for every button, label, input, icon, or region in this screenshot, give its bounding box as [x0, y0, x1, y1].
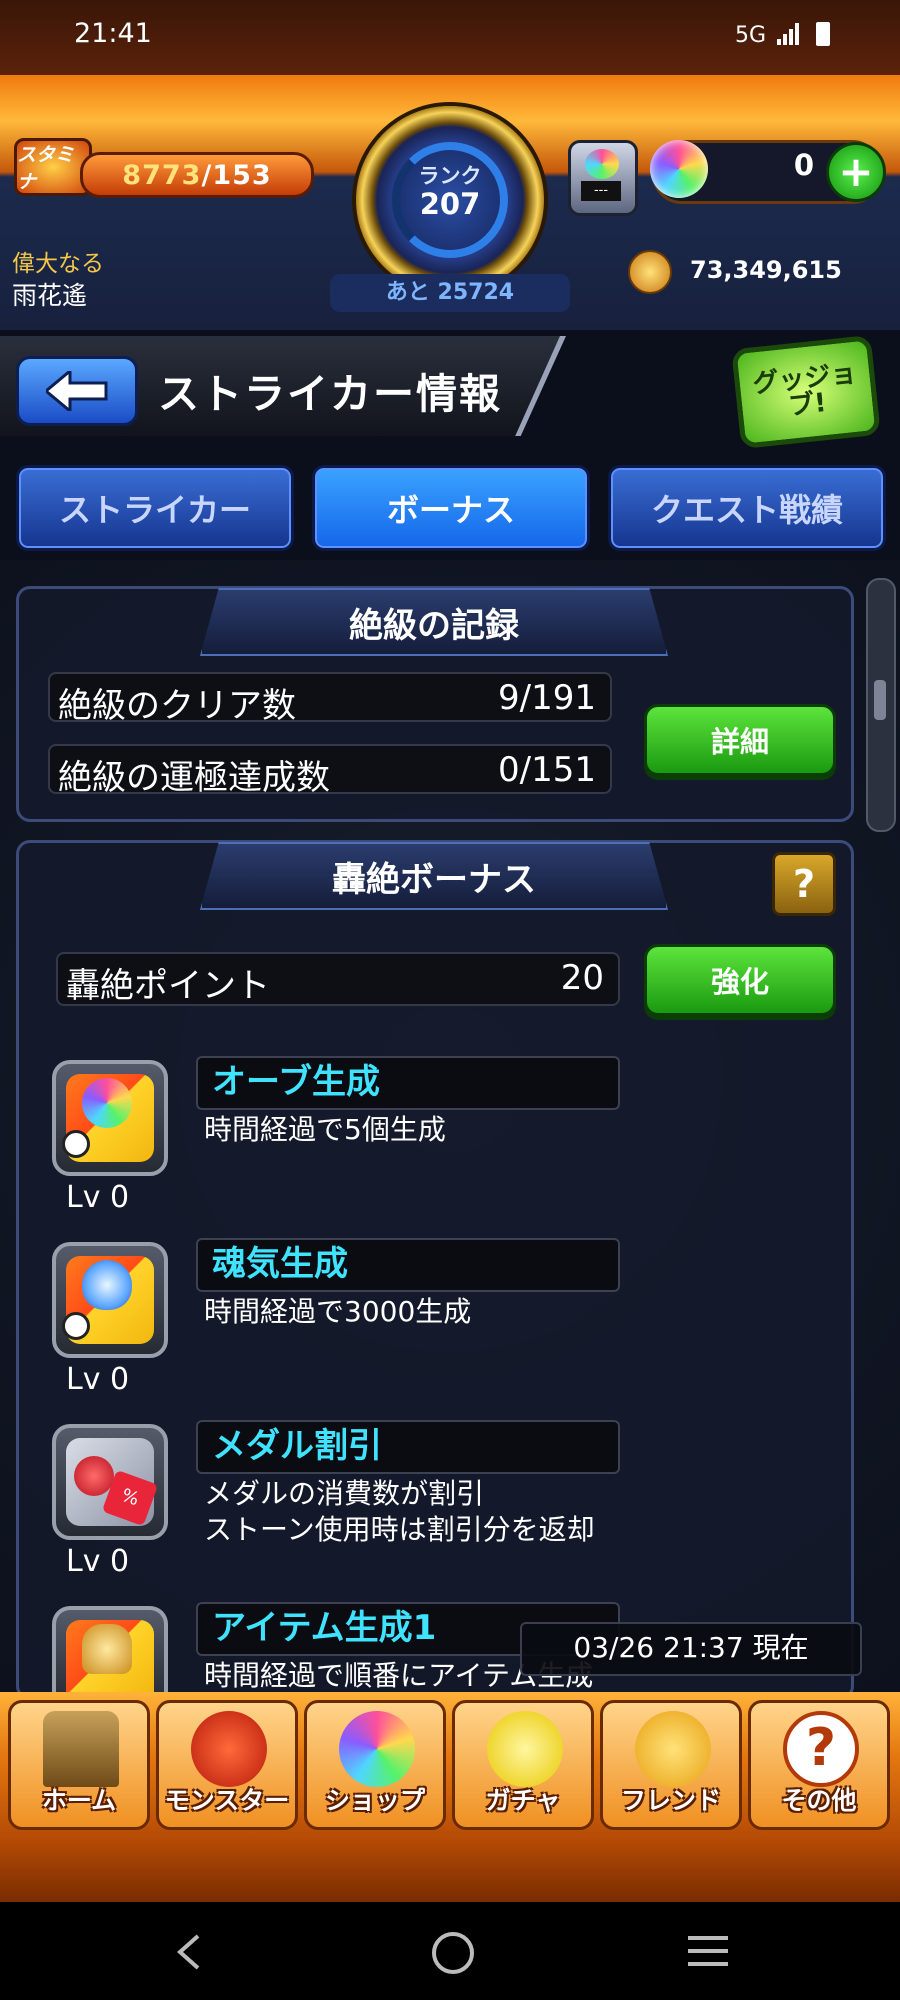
timestamp: 03/26 21:37 現在	[520, 1622, 862, 1676]
lucky-meter-icon[interactable]: ---	[568, 140, 638, 216]
spirit-generate-icon[interactable]	[52, 1242, 168, 1358]
orb-icon	[650, 140, 708, 198]
points-value: 20	[560, 958, 604, 998]
home-nav-icon[interactable]	[432, 1932, 474, 1974]
luck-count-label: 絶級の運極達成数	[58, 758, 330, 798]
record-panel-heading: 絶級の記録	[200, 588, 668, 656]
nav-label: ショップ	[324, 1786, 425, 1815]
lucky-display: ---	[581, 181, 621, 201]
bonus-level: Lv 0	[66, 1362, 130, 1397]
nav-label: その他	[781, 1786, 857, 1815]
item-generate-icon[interactable]	[52, 1606, 168, 1702]
bonus-panel-heading: 轟絶ボーナス	[200, 842, 668, 910]
rank-next-exp: あと 25724	[330, 274, 570, 312]
rank-label: ランク	[418, 164, 482, 188]
nav-friend[interactable]: フレンド	[600, 1700, 742, 1830]
back-button[interactable]	[16, 356, 138, 426]
points-label: 轟絶ポイント	[66, 966, 270, 1006]
luck-count-row: 絶級の運極達成数 0/151	[48, 744, 612, 798]
clear-count-row: 絶級のクリア数 9/191	[48, 672, 612, 726]
system-nav-bar	[0, 1902, 900, 2000]
tab-striker[interactable]: ストライカー	[16, 465, 294, 551]
signal-icon	[777, 23, 801, 45]
detail-button[interactable]: 詳細	[644, 704, 836, 776]
bonus-desc-line: ストーン使用時は割引分を返却	[204, 1513, 595, 1546]
nav-label: フレンド	[620, 1786, 721, 1815]
bonus-level: Lv 0	[66, 1544, 130, 1579]
nav-other[interactable]: ? その他	[748, 1700, 890, 1830]
nav-shop[interactable]: ショップ	[304, 1700, 446, 1830]
friend-icon	[635, 1711, 711, 1787]
nav-label: ガチャ	[485, 1786, 561, 1815]
home-icon	[43, 1711, 119, 1787]
coin-icon	[628, 250, 672, 294]
add-orb-button[interactable]: +	[826, 142, 886, 202]
luck-count-value: 0/151	[498, 750, 596, 790]
nav-home[interactable]: ホーム	[8, 1700, 150, 1830]
stamina-bar: 8773 /153	[80, 152, 314, 198]
nav-gacha[interactable]: ガチャ	[452, 1700, 594, 1830]
bonus-desc: 時間経過で3000生成	[204, 1295, 472, 1328]
orb-count: 0	[793, 148, 814, 182]
bonus-desc: メダルの消費数が割引 ストーン使用時は割引分を返却	[204, 1476, 595, 1548]
monster-icon	[191, 1711, 267, 1787]
back-arrow-icon	[46, 371, 108, 411]
status-clock: 21:41	[74, 18, 152, 49]
coin-count: 73,349,615	[690, 256, 842, 284]
bonus-name: メダル割引	[196, 1420, 620, 1474]
bonus-desc-line: メダルの消費数が割引	[204, 1477, 485, 1510]
battery-icon	[816, 22, 831, 46]
tab-quest-record[interactable]: クエスト戦績	[608, 465, 886, 551]
back-nav-icon[interactable]	[170, 1932, 206, 1972]
rank-value: 207	[419, 187, 481, 221]
network-type: 5G	[735, 23, 767, 48]
network-indicator: 5G	[735, 22, 831, 48]
bonus-level: Lv 0	[66, 1180, 130, 1215]
clear-count-label: 絶級のクリア数	[58, 686, 296, 726]
medal-discount-icon[interactable]: %	[52, 1424, 168, 1540]
stamina-max: /153	[201, 159, 272, 191]
player-name: 雨花遙	[12, 281, 88, 310]
menu-nav-icon[interactable]	[688, 1934, 728, 1968]
bonus-name: 魂気生成	[196, 1238, 620, 1292]
points-row: 轟絶ポイント 20	[56, 952, 620, 1006]
clear-count-value: 9/191	[498, 678, 596, 718]
nav-label: ホーム	[41, 1786, 117, 1815]
player-title: 偉大なる	[12, 251, 104, 277]
bonus-desc: 時間経過で5個生成	[204, 1113, 446, 1146]
tab-bonus[interactable]: ボーナス	[312, 465, 590, 551]
scrollbar[interactable]	[866, 578, 896, 832]
stamina-value: 8773	[122, 159, 202, 191]
gacha-icon	[487, 1711, 563, 1787]
upgrade-button[interactable]: 強化	[644, 944, 836, 1016]
bonus-name: オーブ生成	[196, 1056, 620, 1110]
shop-icon	[339, 1711, 415, 1787]
nav-monster[interactable]: モンスター	[156, 1700, 298, 1830]
other-icon: ?	[783, 1711, 859, 1787]
page-title: ストライカー情報	[158, 370, 502, 418]
good-job-button[interactable]: グッジョブ!	[731, 334, 881, 450]
orb-generate-icon[interactable]	[52, 1060, 168, 1176]
nav-label: モンスター	[164, 1786, 290, 1815]
help-button[interactable]: ?	[772, 852, 836, 916]
